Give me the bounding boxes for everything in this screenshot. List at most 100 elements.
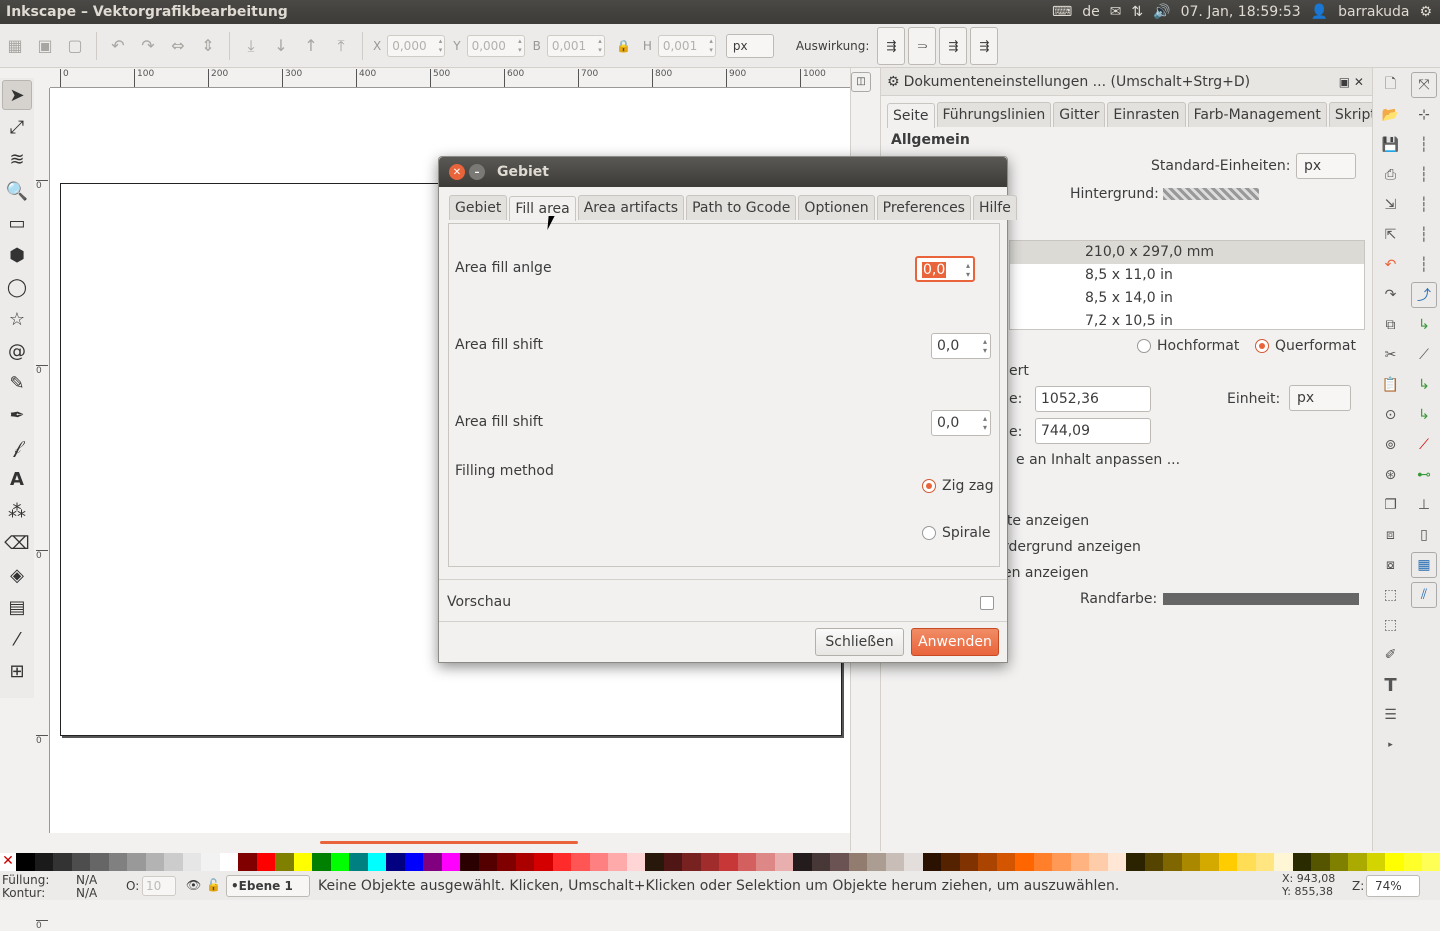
color-swatch[interactable] bbox=[1015, 853, 1034, 871]
snap-page-border-icon[interactable]: ▯ bbox=[1411, 522, 1437, 548]
color-swatch[interactable] bbox=[626, 853, 645, 871]
color-swatch[interactable] bbox=[719, 853, 738, 871]
import-icon[interactable]: ⇲ bbox=[1378, 192, 1404, 218]
zoom-correction-icon[interactable]: ◫ bbox=[851, 72, 871, 92]
rotate-cw-icon[interactable]: ↷ bbox=[137, 35, 159, 57]
color-swatch[interactable] bbox=[275, 853, 294, 871]
more-icon[interactable]: ▸ bbox=[1378, 732, 1404, 758]
snap-path-intersection-icon[interactable]: ↳ bbox=[1411, 312, 1437, 338]
landscape-option[interactable]: Querformat bbox=[1255, 338, 1356, 354]
spray-tool-icon[interactable]: ⁂ bbox=[2, 496, 32, 526]
color-swatch[interactable] bbox=[478, 853, 497, 871]
user-name[interactable]: barrakuda bbox=[1338, 4, 1409, 20]
redo-icon[interactable]: ↷ bbox=[1378, 282, 1404, 308]
color-swatch[interactable] bbox=[71, 853, 90, 871]
color-swatch[interactable] bbox=[811, 853, 830, 871]
height-input[interactable]: 0,001 bbox=[657, 34, 716, 57]
doc-tab-seite[interactable]: Seite bbox=[887, 103, 935, 128]
print-icon[interactable]: ⎙ bbox=[1378, 162, 1404, 188]
color-swatch[interactable] bbox=[145, 853, 164, 871]
color-swatch[interactable] bbox=[1070, 853, 1089, 871]
unit-select[interactable]: px bbox=[1289, 385, 1351, 411]
page-size-item[interactable]: 8,5 x 14,0 in bbox=[1010, 287, 1364, 310]
color-swatch[interactable] bbox=[497, 853, 516, 871]
clone-icon[interactable]: ⧈ bbox=[1378, 522, 1404, 548]
color-swatch[interactable] bbox=[867, 853, 886, 871]
color-swatch[interactable] bbox=[1126, 853, 1145, 871]
color-swatch[interactable] bbox=[256, 853, 275, 871]
keyboard-layout[interactable]: de bbox=[1082, 4, 1100, 20]
color-swatch[interactable] bbox=[941, 853, 960, 871]
color-swatch[interactable] bbox=[1385, 853, 1404, 871]
dialog-tab-optionen[interactable]: Optionen bbox=[798, 195, 875, 220]
color-swatch[interactable] bbox=[848, 853, 867, 871]
color-swatch[interactable] bbox=[978, 853, 997, 871]
raise-icon[interactable]: ↑ bbox=[300, 35, 322, 57]
color-swatch[interactable] bbox=[182, 853, 201, 871]
color-swatch[interactable] bbox=[904, 853, 923, 871]
page-size-item[interactable]: 210,0 x 297,0 mm bbox=[1010, 241, 1364, 264]
snap-guides-icon[interactable]: ⫽ bbox=[1411, 582, 1437, 608]
snap-bbox-corner-icon[interactable]: ┆ bbox=[1411, 162, 1437, 188]
color-swatch[interactable] bbox=[201, 853, 220, 871]
new-document-icon[interactable]: 🗋 bbox=[1378, 72, 1404, 98]
dialog-tab-preferences[interactable]: Preferences bbox=[876, 195, 971, 220]
color-swatch[interactable] bbox=[608, 853, 627, 871]
color-swatch[interactable] bbox=[774, 853, 793, 871]
color-swatch[interactable] bbox=[515, 853, 534, 871]
zoom-page-icon[interactable]: ⊛ bbox=[1378, 462, 1404, 488]
snap-grid-icon[interactable]: ▦ bbox=[1411, 552, 1437, 578]
visibility-icon[interactable]: 👁 bbox=[186, 878, 201, 892]
calligraphy-tool-icon[interactable]: 𝒻 bbox=[2, 432, 32, 462]
color-swatch[interactable] bbox=[996, 853, 1015, 871]
group-icon[interactable]: ⬚ bbox=[1378, 582, 1404, 608]
preview-checkbox[interactable] bbox=[980, 596, 994, 610]
close-icon[interactable]: ✕ bbox=[449, 164, 465, 180]
snap-rotation-center-icon[interactable]: ⊷ bbox=[1411, 462, 1437, 488]
scroll-thumb[interactable] bbox=[320, 841, 578, 844]
paint-bucket-tool-icon[interactable]: ◈ bbox=[2, 560, 32, 590]
panel-close-icon[interactable]: ▣ ✕ bbox=[1339, 75, 1364, 89]
color-swatch[interactable] bbox=[1255, 853, 1274, 871]
color-swatch[interactable] bbox=[441, 853, 460, 871]
close-button[interactable]: Schließen bbox=[815, 628, 904, 656]
zoom-drawing-icon[interactable]: ⊚ bbox=[1378, 432, 1404, 458]
node-tool-icon[interactable]: ⤢ bbox=[2, 112, 32, 142]
color-swatch[interactable] bbox=[1366, 853, 1385, 871]
doc-tab-gitter[interactable]: Gitter bbox=[1053, 102, 1106, 127]
color-swatch[interactable] bbox=[571, 853, 590, 871]
show-border-option[interactable]: ite anzeigen bbox=[1003, 513, 1089, 529]
color-swatch[interactable] bbox=[885, 853, 904, 871]
default-units-select[interactable]: px bbox=[1296, 153, 1356, 179]
color-swatch[interactable] bbox=[534, 853, 553, 871]
select-all-icon[interactable]: ▦ bbox=[4, 35, 26, 57]
snap-bbox-center-icon[interactable]: ┆ bbox=[1411, 222, 1437, 248]
paste-icon[interactable]: 📋 bbox=[1378, 372, 1404, 398]
color-swatch[interactable] bbox=[1107, 853, 1126, 871]
select-all-layers-icon[interactable]: ▣ bbox=[34, 35, 56, 57]
unlink-clone-icon[interactable]: ⧇ bbox=[1378, 552, 1404, 578]
raise-to-top-icon[interactable]: ⤒ bbox=[330, 35, 352, 57]
unit-select[interactable]: px bbox=[725, 33, 774, 58]
page-size-item[interactable]: 8,5 x 11,0 in bbox=[1010, 264, 1364, 287]
dialog-tab-hilfe[interactable]: Hilfe bbox=[972, 195, 1017, 220]
color-swatch[interactable] bbox=[1052, 853, 1071, 871]
color-swatch[interactable] bbox=[793, 853, 812, 871]
color-swatch[interactable] bbox=[1329, 853, 1348, 871]
dialog-tab-fill-area[interactable]: Fill area bbox=[509, 196, 576, 221]
color-swatch[interactable] bbox=[423, 853, 442, 871]
border-on-top-option[interactable]: rdergrund anzeigen bbox=[1003, 539, 1141, 555]
color-swatch[interactable] bbox=[663, 853, 682, 871]
doc-tab-f-hrungslinien[interactable]: Führungslinien bbox=[936, 102, 1052, 127]
color-swatch[interactable] bbox=[1200, 853, 1219, 871]
snap-midpoint-icon[interactable]: ↳ bbox=[1411, 402, 1437, 428]
connector-tool-icon[interactable]: ⊞ bbox=[2, 656, 32, 686]
layers-icon[interactable]: ☰ bbox=[1378, 702, 1404, 728]
page-size-item[interactable]: 7,2 x 10,5 in bbox=[1010, 310, 1364, 329]
eraser-tool-icon[interactable]: ⌫ bbox=[2, 528, 32, 558]
clock[interactable]: 07. Jan, 18:59:53 bbox=[1181, 4, 1301, 20]
keyboard-icon[interactable]: ⌨ bbox=[1052, 4, 1072, 20]
color-swatch[interactable] bbox=[1274, 853, 1293, 871]
color-swatch[interactable] bbox=[959, 853, 978, 871]
opacity-input[interactable]: 10 bbox=[142, 876, 176, 896]
